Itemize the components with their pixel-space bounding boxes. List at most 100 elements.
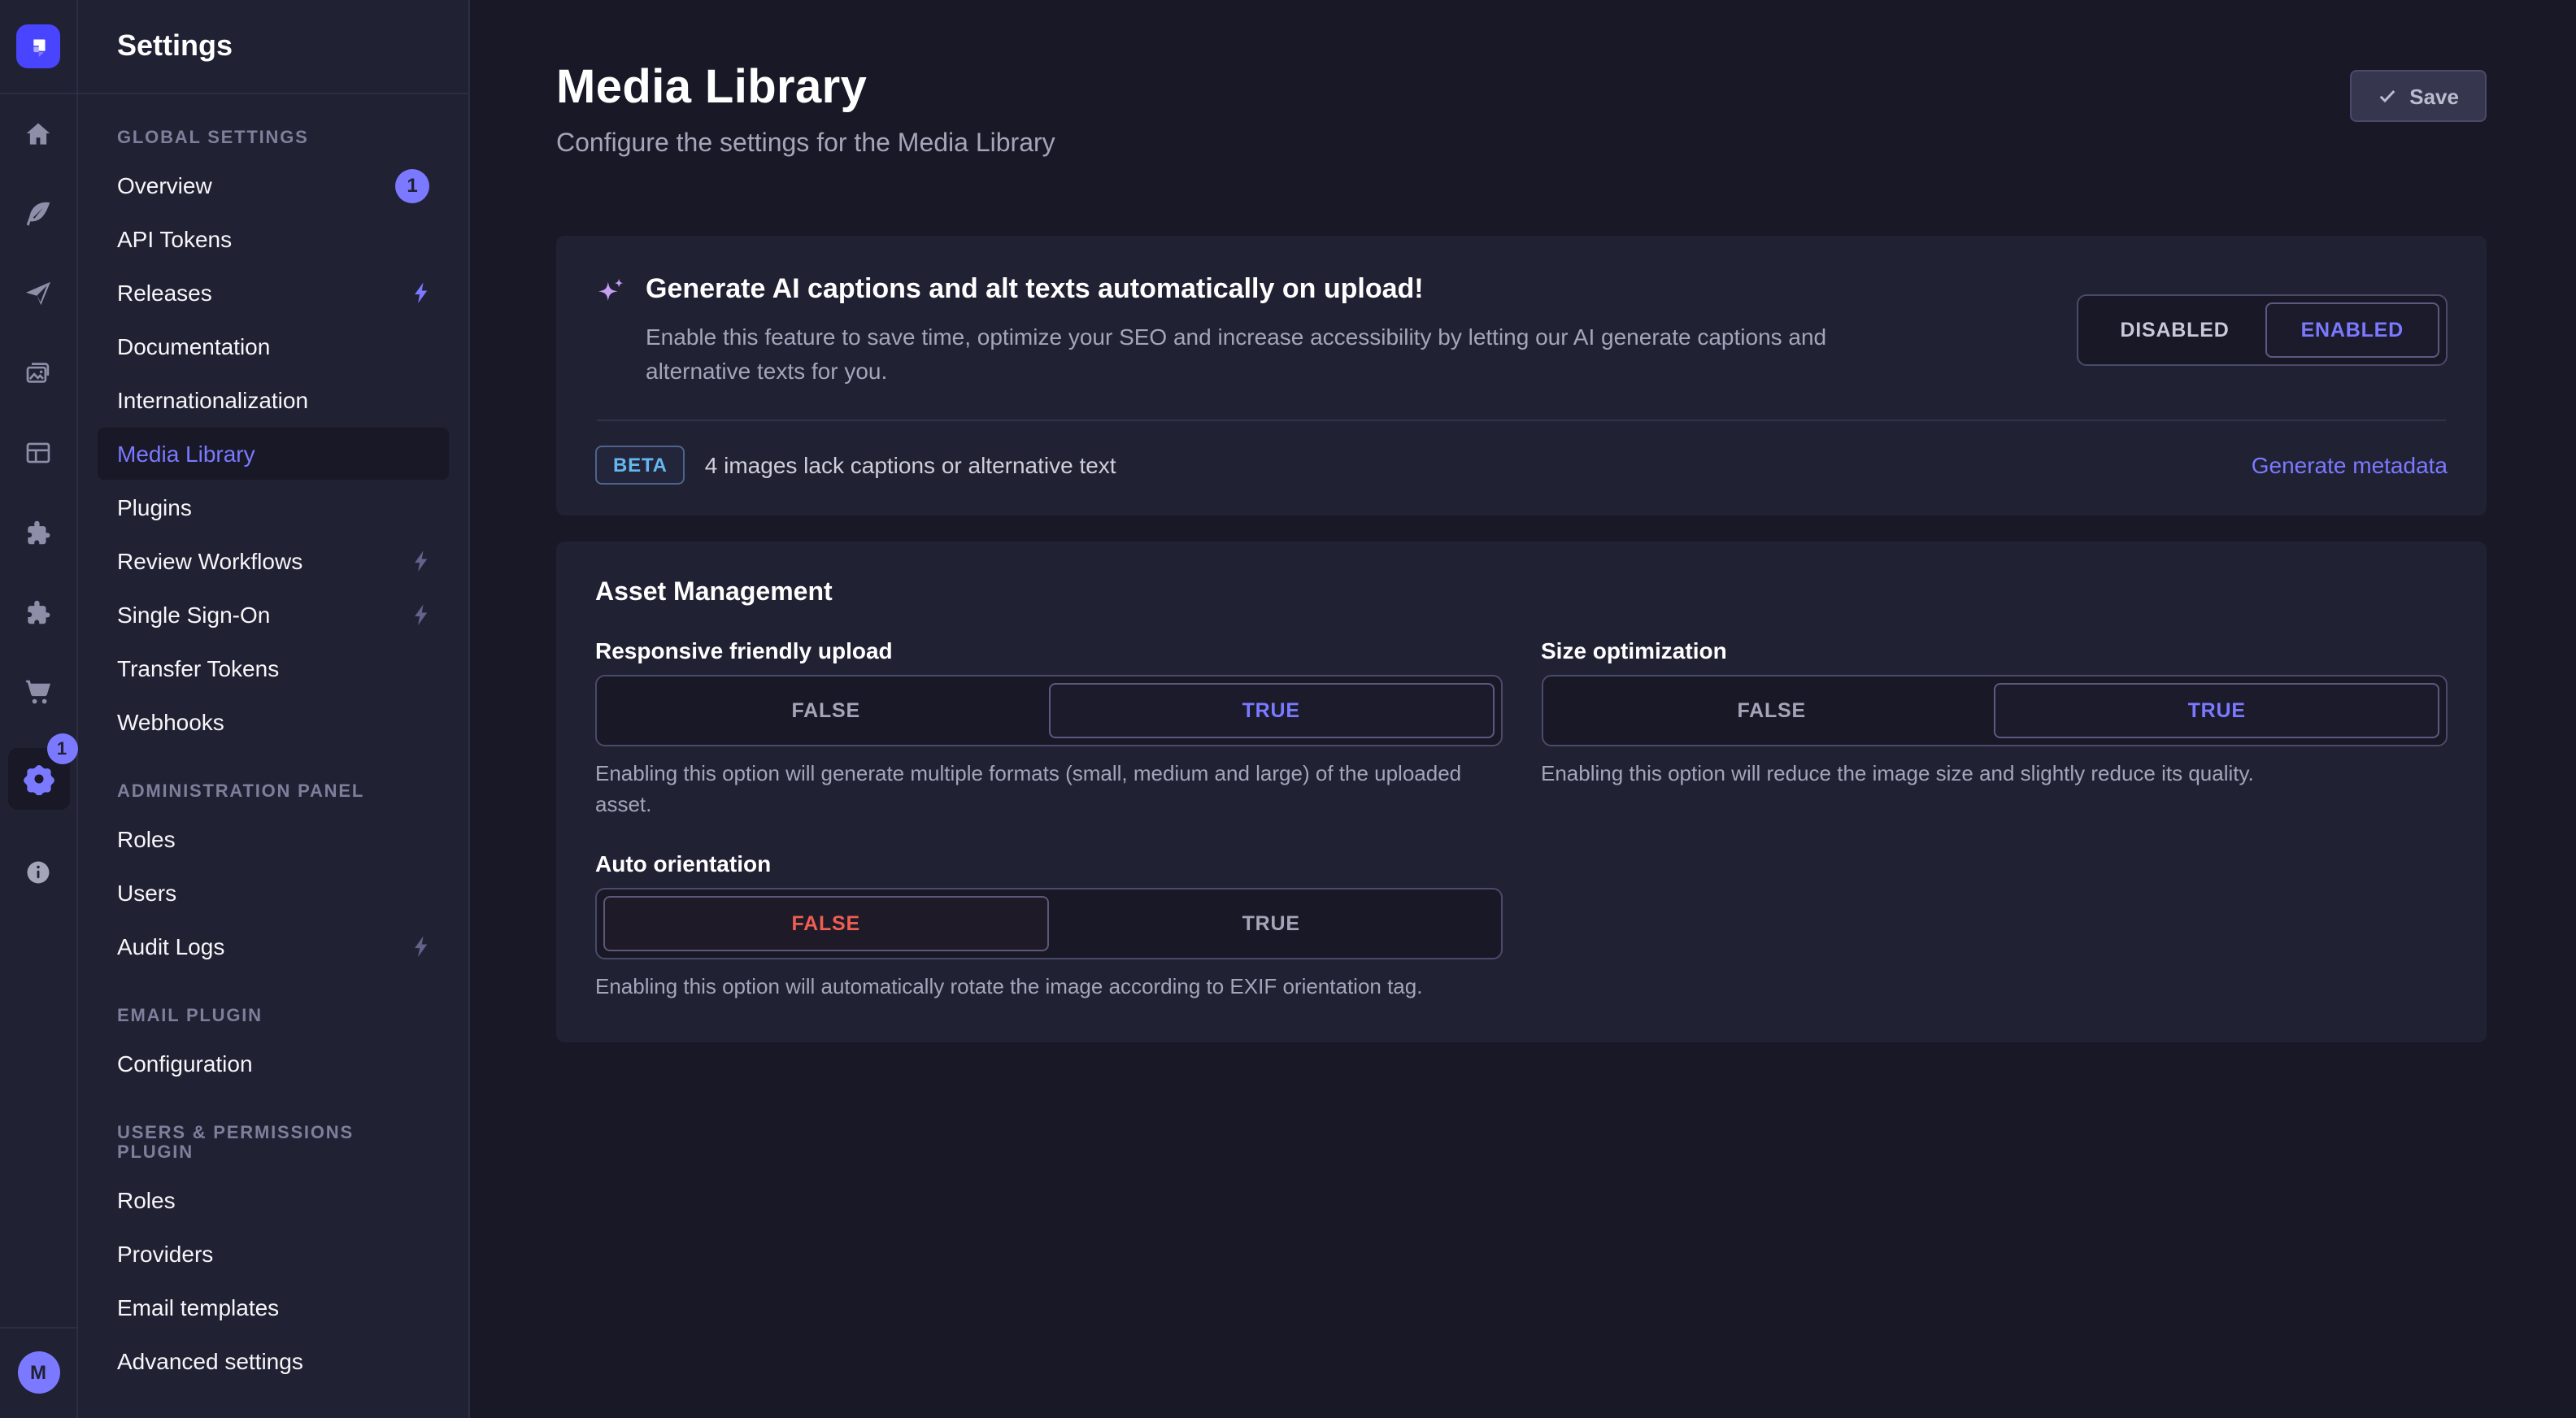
sidebar-item-transfer-tokens[interactable]: Transfer Tokens	[98, 642, 449, 694]
sidebar-item-label: Configuration	[117, 1050, 253, 1077]
home-icon	[23, 119, 54, 150]
lightning-icon	[410, 603, 429, 626]
field-auto-orientation: Auto orientation FALSE TRUE Enabling thi…	[595, 850, 1502, 1003]
subnav-section-email-plugin: Email plugin Configuration	[78, 995, 468, 1090]
paper-plane-icon	[23, 278, 54, 309]
field-label: Auto orientation	[595, 850, 1502, 876]
responsive-upload-toggle: FALSE TRUE	[595, 675, 1502, 746]
toggle-option-false[interactable]: FALSE	[603, 895, 1049, 950]
strapi-logo[interactable]	[16, 24, 60, 68]
sidebar-item-roles[interactable]: Roles	[98, 813, 449, 865]
ai-banner-footer: BETA 4 images lack captions or alternati…	[556, 421, 2487, 515]
sidebar-item-roles[interactable]: Roles	[98, 1174, 449, 1226]
ai-banner-description: Enable this feature to save time, optimi…	[646, 320, 1865, 389]
size-optimization-toggle: FALSE TRUE	[1541, 675, 2448, 746]
settings-subnav-header: Settings	[78, 0, 468, 94]
sidebar-item-label: Providers	[117, 1241, 213, 1267]
sidebar-item-configuration[interactable]: Configuration	[98, 1037, 449, 1090]
sidebar-item-label: Transfer Tokens	[117, 655, 279, 681]
sidebar-item-label: Advanced settings	[117, 1348, 303, 1374]
strapi-logo-icon	[24, 33, 52, 60]
sidebar-item-label: Review Workflows	[117, 548, 302, 574]
layout-icon	[23, 437, 54, 468]
gear-icon	[22, 763, 54, 795]
toggle-option-disabled[interactable]: DISABLED	[2084, 302, 2265, 358]
sidebar-item-label: Plugins	[117, 494, 192, 520]
nav-plugins[interactable]	[0, 493, 77, 572]
nav-home[interactable]	[0, 94, 77, 174]
sidebar-item-label: Webhooks	[117, 709, 224, 735]
toggle-option-false[interactable]: FALSE	[603, 683, 1049, 738]
nav-media-library[interactable]	[0, 333, 77, 413]
sidebar-item-audit-logs[interactable]: Audit Logs	[98, 920, 449, 972]
nav-marketplace[interactable]	[0, 572, 77, 652]
user-avatar[interactable]: M	[17, 1351, 59, 1394]
subnav-section-label: Administration panel	[78, 771, 468, 811]
sidebar-item-email-templates[interactable]: Email templates	[98, 1281, 449, 1333]
sidebar-item-review-workflows[interactable]: Review Workflows	[98, 535, 449, 587]
subnav-section-label: Users & Permissions plugin	[78, 1112, 468, 1172]
feather-icon	[23, 198, 54, 229]
app-window: 1 M Settings Global settingsOverview1API…	[0, 0, 2576, 1418]
asset-management-card: Asset Management Responsive friendly upl…	[556, 542, 2487, 1042]
sidebar-item-api-tokens[interactable]: API Tokens	[98, 213, 449, 265]
sidebar-item-overview[interactable]: Overview1	[98, 159, 449, 211]
nav-content-type-builder[interactable]	[0, 174, 77, 254]
subnav-title: Settings	[117, 29, 233, 63]
sidebar-item-webhooks[interactable]: Webhooks	[98, 696, 449, 748]
sidebar-item-internationalization[interactable]: Internationalization	[98, 374, 449, 426]
nav-content-manager[interactable]	[0, 254, 77, 333]
sidebar-item-label: Overview	[117, 172, 212, 198]
sidebar-item-advanced-settings[interactable]: Advanced settings	[98, 1335, 449, 1387]
field-hint: Enabling this option will generate multi…	[595, 759, 1502, 820]
subnav-section-global-settings: Global settingsOverview1API Tokens Releas…	[78, 117, 468, 748]
main-nav-rail: 1 M	[0, 0, 78, 1418]
puzzle-icon	[23, 597, 54, 628]
nav-settings[interactable]: 1	[7, 748, 69, 810]
sidebar-item-single-sign-on[interactable]: Single Sign-On	[98, 589, 449, 641]
beta-badge: BETA	[595, 446, 685, 485]
missing-captions-status: 4 images lack captions or alternative te…	[705, 452, 1116, 478]
ai-enabled-toggle: DISABLED ENABLED	[2076, 294, 2448, 366]
nav-information[interactable]	[0, 833, 77, 912]
lightning-icon	[410, 281, 429, 304]
settings-subnav: Settings Global settingsOverview1API Tok…	[78, 0, 470, 1418]
ai-sparkle-icon	[595, 276, 628, 309]
ai-banner-title: Generate AI captions and alt texts autom…	[646, 273, 1865, 306]
nav-layout[interactable]	[0, 413, 77, 493]
save-button[interactable]: Save	[2349, 70, 2487, 122]
sidebar-item-label: Documentation	[117, 333, 270, 359]
toggle-option-false[interactable]: FALSE	[1549, 683, 1995, 738]
sidebar-item-plugins[interactable]: Plugins	[98, 481, 449, 533]
sidebar-item-releases[interactable]: Releases	[98, 267, 449, 319]
field-hint: Enabling this option will reduce the ima…	[1541, 759, 2448, 790]
toggle-option-true[interactable]: TRUE	[1995, 683, 2440, 738]
field-label: Size optimization	[1541, 637, 2448, 663]
sidebar-item-media-library[interactable]: Media Library	[98, 428, 449, 480]
puzzle-icon	[23, 517, 54, 548]
sidebar-item-documentation[interactable]: Documentation	[98, 320, 449, 372]
subnav-section-label: Email plugin	[78, 995, 468, 1036]
sidebar-item-users[interactable]: Users	[98, 867, 449, 919]
subnav-section-label: Global settings	[78, 117, 468, 158]
field-hint: Enabling this option will automatically …	[595, 972, 1502, 1003]
ai-captions-banner: Generate AI captions and alt texts autom…	[556, 236, 2487, 515]
page-subtitle: Configure the settings for the Media Lib…	[556, 130, 1055, 159]
settings-nav: Global settingsOverview1API Tokens Releas…	[78, 117, 468, 1387]
asset-management-title: Asset Management	[595, 579, 2448, 608]
subnav-section-users-permissions-plugin: Users & Permissions pluginRoles Providers…	[78, 1112, 468, 1387]
subnav-section-administration-panel: Administration panelRolesUsersAudit Logs	[78, 771, 468, 972]
lightning-icon	[410, 550, 429, 572]
sidebar-item-label: Email templates	[117, 1294, 279, 1320]
nav-purchase[interactable]	[0, 652, 77, 732]
generate-metadata-link[interactable]: Generate metadata	[2252, 452, 2448, 478]
toggle-option-enabled[interactable]: ENABLED	[2265, 302, 2439, 358]
sidebar-item-label: Single Sign-On	[117, 602, 270, 628]
sidebar-item-label: Releases	[117, 280, 212, 306]
page-header: Media Library Configure the settings for…	[556, 62, 2487, 159]
images-icon	[23, 358, 54, 389]
toggle-option-true[interactable]: TRUE	[1049, 895, 1495, 950]
sidebar-item-label: Media Library	[117, 441, 255, 467]
toggle-option-true[interactable]: TRUE	[1049, 683, 1495, 738]
sidebar-item-providers[interactable]: Providers	[98, 1228, 449, 1280]
